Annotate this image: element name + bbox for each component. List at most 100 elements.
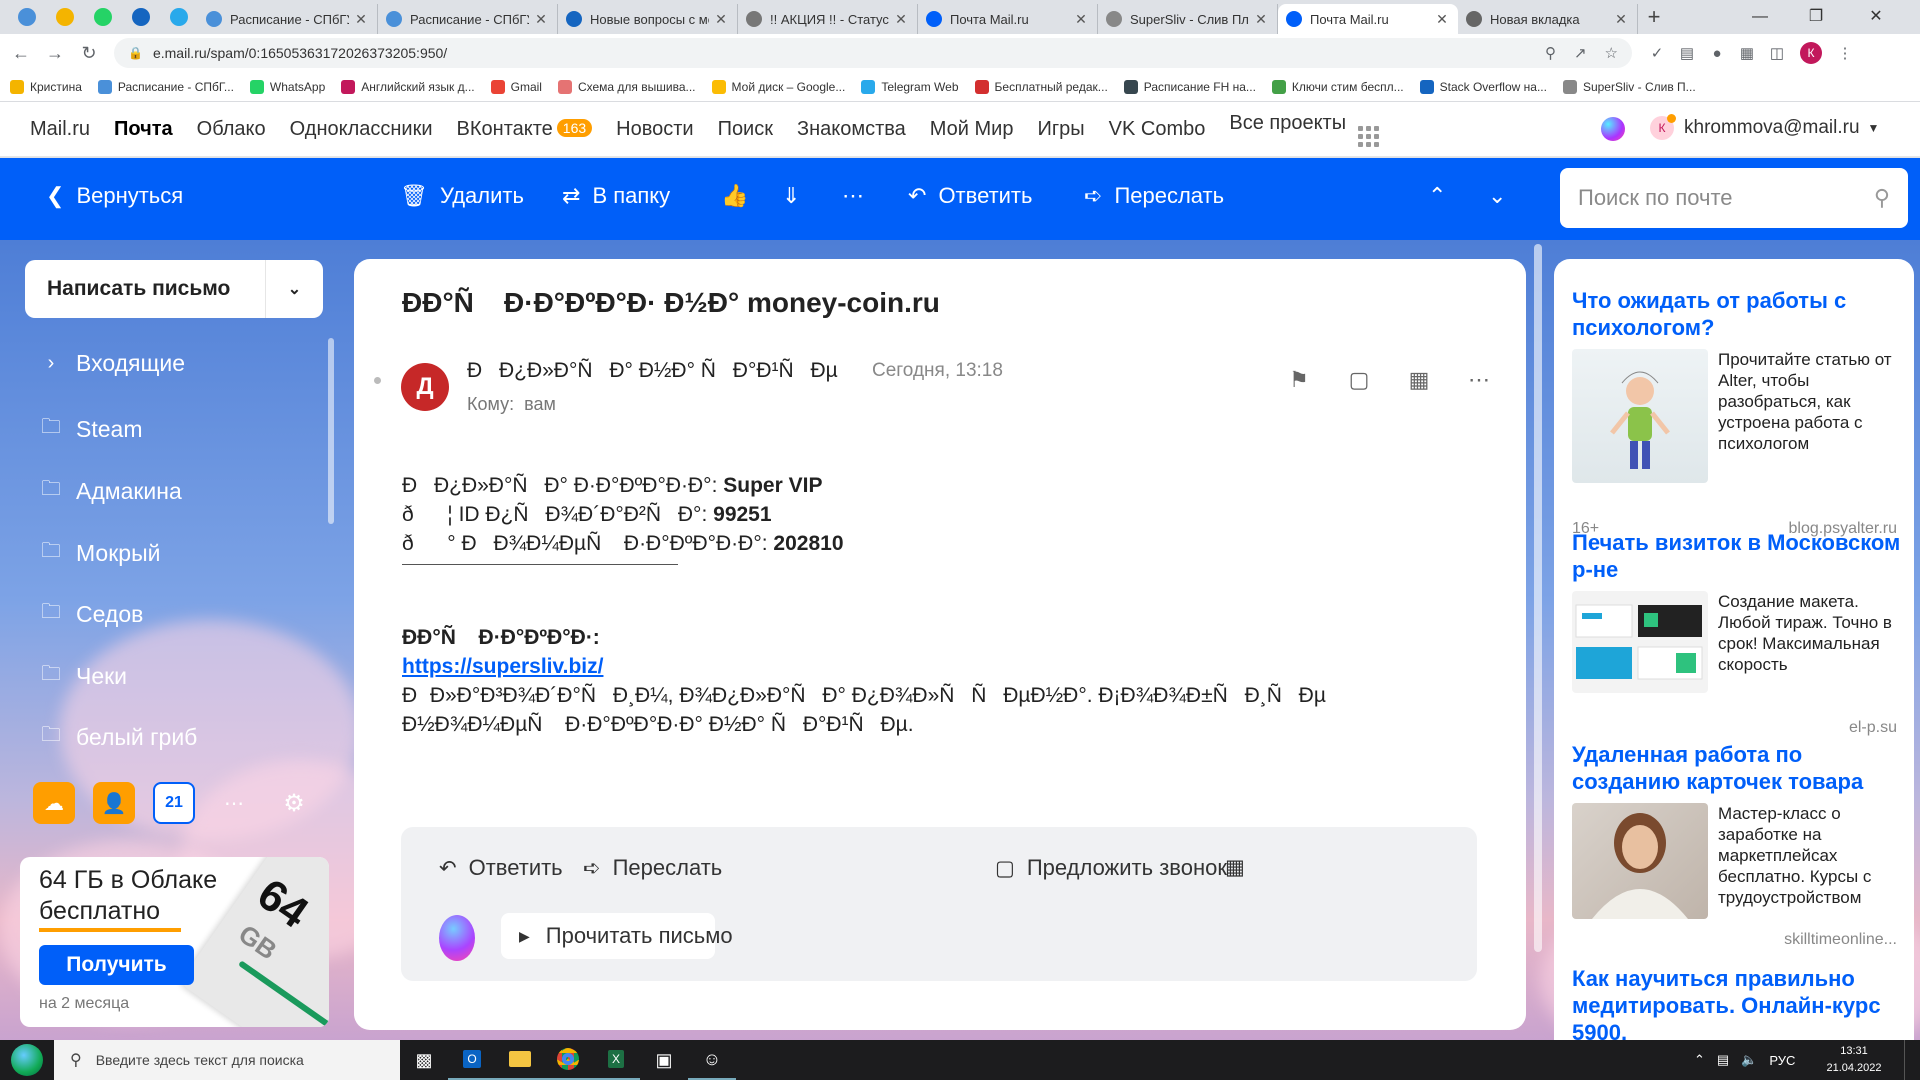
bookmark-star-icon[interactable]: ☆ [1605,44,1618,62]
cloud-app-icon[interactable]: ☁ [33,782,75,824]
ad-title[interactable]: Печать визиток в Московском р-не [1572,529,1902,583]
calendar-app-icon[interactable]: 21 [153,782,195,824]
browser-tab[interactable]: Новая вкладка ✕ [1458,4,1638,34]
marusia-assistant-icon[interactable] [1601,117,1625,141]
cloud-promo-banner[interactable]: 64 GB 64 ГБ в Облаке бесплатно Получить … [20,857,329,1027]
user-menu[interactable]: К khrommova@mail.ru ▼ [1650,114,1879,140]
portal-link-vk[interactable]: ВКонтакте 163 [457,118,593,141]
tab-close-icon[interactable]: ✕ [1253,11,1269,28]
compose-button[interactable]: Написать письмо ⌄ [25,260,323,318]
extension-translate-icon[interactable]: ▤ [1672,44,1702,62]
portal-link-pochta[interactable]: Почта [114,118,173,141]
sender-name[interactable]: ÐÐ¿Ð»Ð°ÑÐ° Ð½Ð° ÑÐ°Ð¹ÑÐµ [467,357,838,384]
promo-get-button[interactable]: Получить [39,945,194,985]
close-window-button[interactable]: ✕ [1848,0,1904,34]
bookmark-item[interactable]: Мой диск – Google... [711,79,845,94]
language-indicator[interactable]: РУС [1769,1053,1795,1068]
network-icon[interactable]: ▤ [1717,1052,1729,1068]
portal-link-search[interactable]: Поиск [718,118,773,141]
read-aloud-button[interactable]: ▶ Прочитать письмо [501,913,733,959]
tab-pinned-3[interactable] [84,0,122,34]
tab-close-icon[interactable]: ✕ [1613,11,1629,28]
tab-pinned-5[interactable] [160,0,198,34]
pet-app-icon[interactable]: ☺ [688,1040,736,1080]
folder-inbox[interactable]: › Входящие [40,350,185,377]
sender-avatar[interactable]: Д [401,363,449,411]
ad-title[interactable]: Как научиться правильно медитировать. Он… [1572,965,1902,1040]
tab-close-icon[interactable]: ✕ [353,11,369,28]
prev-message-button[interactable]: ⌃ [1428,183,1458,209]
folder-cheki[interactable]: 🗀 Чеки [40,659,127,693]
task-view-icon[interactable]: ▩ [400,1040,448,1080]
bookmark-item[interactable]: Схема для вышива... [557,79,696,94]
portal-link-myworld[interactable]: Мой Мир [930,118,1014,141]
ad-block[interactable]: Удаленная работа по созданию карточек то… [1572,741,1902,961]
puzzle-icon[interactable]: ▦ [1732,44,1762,62]
bookmark-item[interactable]: Английский язык д... [341,79,475,94]
more-apps-icon[interactable]: ⋯ [213,782,255,824]
message-scrollbar[interactable] [1534,244,1542,952]
chrome-app-icon[interactable] [544,1040,592,1080]
portal-link-mailru[interactable]: Mail.ru [30,118,90,141]
browser-tab[interactable]: !! АКЦИЯ !! - Статус S ✕ [738,4,918,34]
bookmark-item[interactable]: Кристина [10,79,82,94]
calendar-icon[interactable]: ▦ [1405,367,1433,393]
portal-link-oblako[interactable]: Облако [197,118,266,141]
side-panel-icon[interactable]: ◫ [1762,44,1792,62]
archive-button[interactable]: ⇓ [782,183,812,209]
ad-block[interactable]: Как научиться правильно медитировать. Он… [1572,965,1902,1040]
tray-chevron-up-icon[interactable]: ⌃ [1694,1052,1705,1068]
tab-close-icon[interactable]: ✕ [713,11,729,28]
portal-link-all-projects[interactable]: Все проекты [1229,112,1380,147]
taskbar-clock[interactable]: 13:31 21.04.2022 [1808,1043,1900,1077]
settings-gear-icon[interactable]: ⚙ [273,782,315,824]
tab-close-icon[interactable]: ✕ [1073,11,1089,28]
ad-domain[interactable]: skilltimeonline... [1784,931,1897,949]
contacts-app-icon[interactable]: 👤 [93,782,135,824]
file-explorer-icon[interactable] [496,1040,544,1080]
tab-pinned-1[interactable] [8,0,46,34]
forward-button[interactable]: ➪ Переслать [1084,183,1224,209]
bookmark-item[interactable]: Telegram Web [861,79,959,94]
move-to-folder-button[interactable]: ⇄ В папку [562,183,670,209]
portal-link-games[interactable]: Игры [1037,118,1084,141]
address-bar[interactable]: 🔒 e.mail.ru/spam/0:16505363172026373205:… [114,38,1632,68]
tab-pinned-2[interactable] [46,0,84,34]
tab-pinned-4[interactable] [122,0,160,34]
zoom-icon[interactable]: ⚲ [1545,44,1556,62]
bookmark-item[interactable]: WhatsApp [249,79,325,94]
share-icon[interactable]: ↗ [1574,44,1587,62]
ad-image[interactable] [1572,591,1708,693]
browser-tab[interactable]: Расписание - СПбГУП✕ [198,4,378,34]
sidebar-scrollbar[interactable] [328,338,334,524]
bookmark-icon[interactable]: ⚑ [1285,367,1313,393]
reload-icon[interactable]: ↻ [72,43,106,64]
site-link[interactable]: https://supersliv.biz/ [402,655,603,678]
folder-sedov[interactable]: 🗀 Седов [40,597,143,631]
next-message-button[interactable]: ⌄ [1488,183,1518,209]
volume-icon[interactable]: 🔈 [1741,1052,1757,1068]
tab-close-icon[interactable]: ✕ [1434,11,1450,28]
bookmark-item[interactable]: Ключи стим беспл... [1271,79,1404,94]
bookmark-item[interactable]: Бесплатный редак... [974,79,1108,94]
start-button[interactable] [0,1040,54,1080]
ad-block[interactable]: Печать визиток в Московском р-не Создани… [1572,529,1902,749]
bookmark-item[interactable]: Расписание - СПбГ... [97,79,234,94]
propose-call-button[interactable]: ▢ Предложить звонок [995,855,1227,881]
marusia-assistant-icon[interactable] [439,915,475,961]
back-button[interactable]: ❮ Вернуться [46,183,183,209]
bookmark-item[interactable]: Stack Overflow на... [1419,79,1547,94]
not-spam-button[interactable]: 👍 [721,183,760,209]
video-call-icon[interactable]: ▢ [1345,367,1373,393]
browser-tab[interactable]: Почта Mail.ru ✕ [1278,4,1458,34]
taskbar-search-input[interactable]: ⚲ Введите здесь текст для поиска [54,1040,400,1080]
browser-tab[interactable]: SuperSliv - Слив Плат ✕ [1098,4,1278,34]
show-desktop-button[interactable] [1904,1040,1920,1080]
quick-reply-button[interactable]: ↶ Ответить [439,855,563,881]
portal-link-news[interactable]: Новости [616,118,693,141]
profile-avatar[interactable]: К [1800,42,1822,64]
portal-link-vkcombo[interactable]: VK Combo [1109,118,1206,141]
ad-block[interactable]: Что ожидать от работы с психологом? Проч… [1572,287,1902,537]
to-value[interactable]: вам [524,394,556,414]
schedule-button[interactable]: ▦ [1225,855,1257,880]
